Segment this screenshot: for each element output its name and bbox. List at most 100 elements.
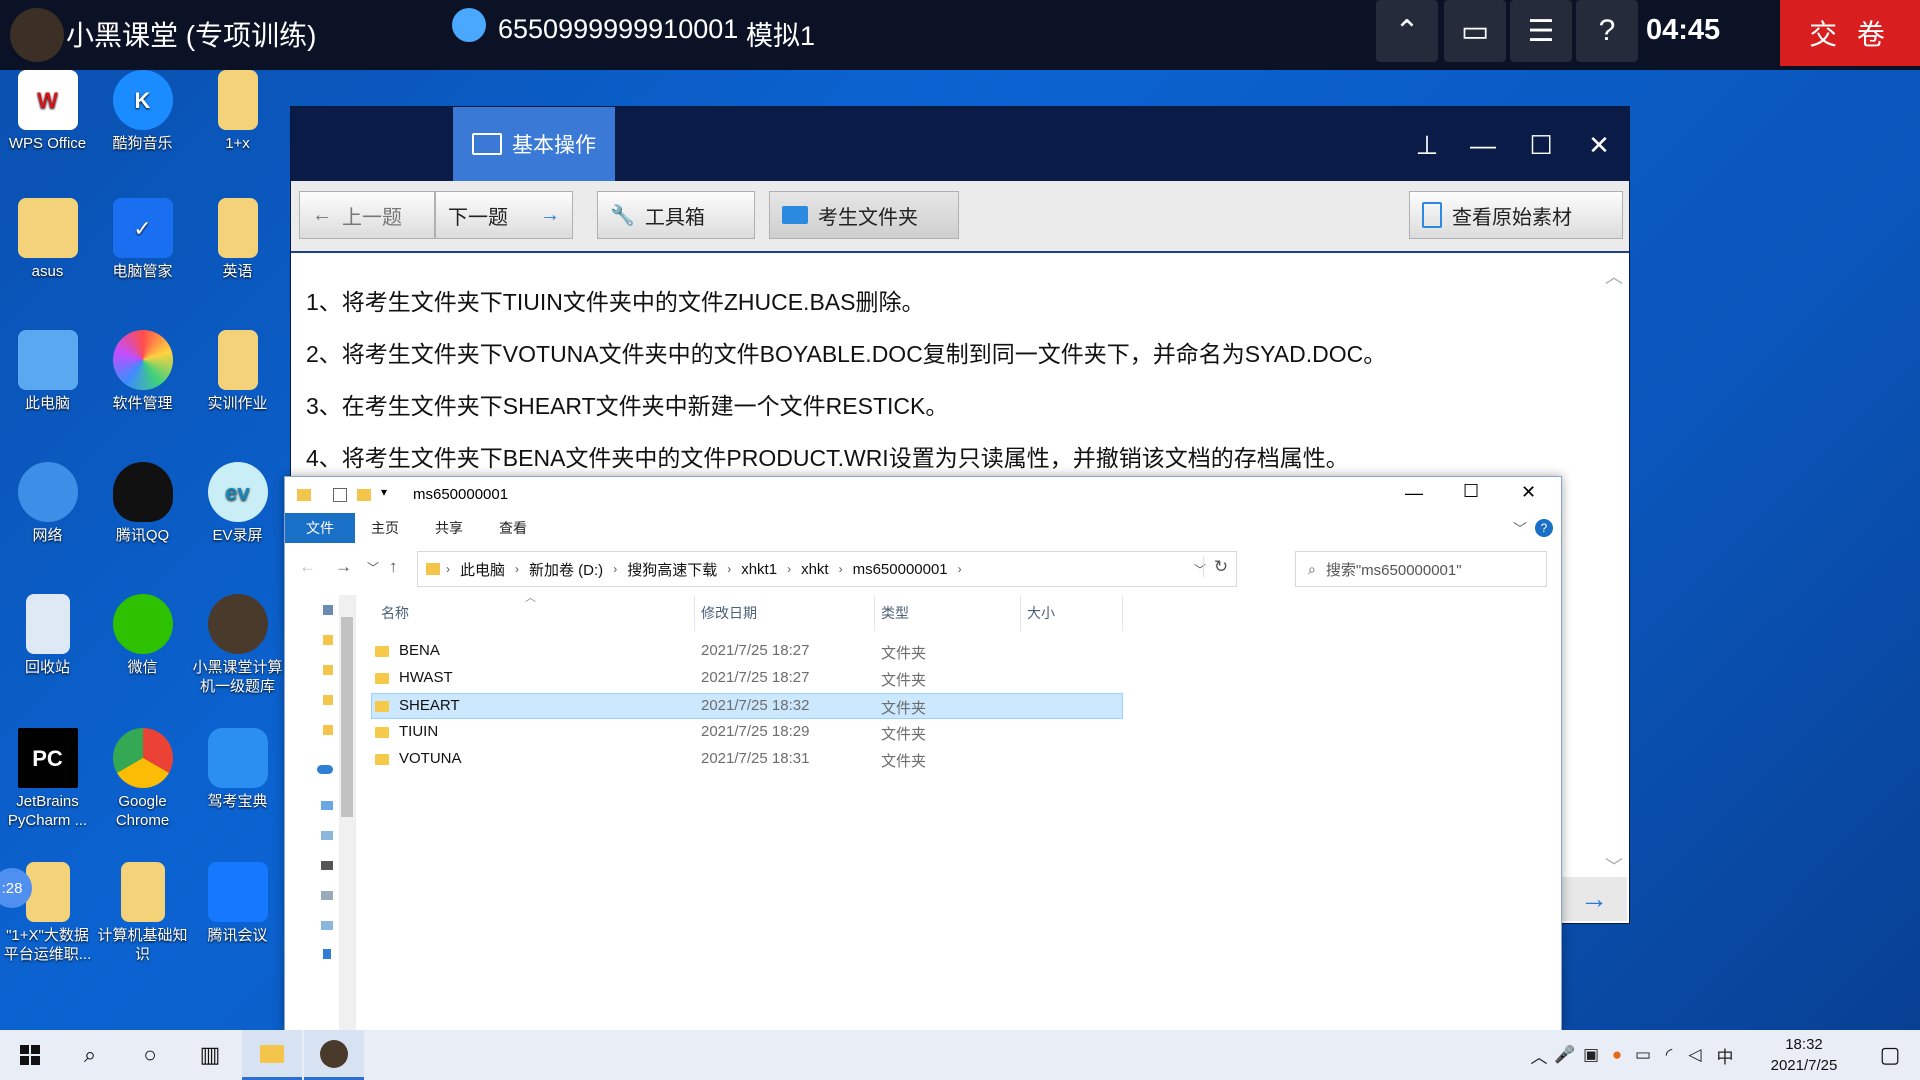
next-question-button[interactable]: 下一题 →	[435, 191, 573, 239]
drive-icon[interactable]	[321, 921, 333, 930]
column-header-type[interactable]: 类型	[875, 595, 1021, 631]
scroll-down-icon[interactable]: ﹀	[1605, 853, 1623, 879]
minimize-icon[interactable]: —	[1405, 483, 1423, 504]
back-arrow-icon[interactable]: ←	[299, 557, 316, 577]
desktop-icon-english[interactable]: 英语	[190, 198, 285, 281]
new-folder-icon[interactable]	[357, 489, 371, 501]
desktop-icon-qq[interactable]: 腾讯QQ	[95, 462, 190, 545]
volume-icon[interactable]: ◁	[1682, 1045, 1708, 1065]
file-row-votuna[interactable]: VOTUNA 2021/7/25 18:31 文件夹	[375, 747, 1123, 773]
task-view-icon[interactable]: ▥	[180, 1030, 240, 1080]
column-header-date[interactable]: 修改日期	[695, 595, 875, 631]
nav-scrollbar-thumb[interactable]	[341, 617, 353, 817]
start-button[interactable]	[0, 1030, 60, 1080]
onedrive-icon[interactable]	[317, 765, 333, 774]
desktop-icon-jiakao[interactable]: 驾考宝典	[190, 728, 285, 811]
folder-icon	[217, 330, 258, 390]
breadcrumb-drive-d[interactable]: 新加卷 (D:)	[521, 559, 611, 580]
submit-exam-button[interactable]: 交 卷	[1780, 0, 1920, 66]
breadcrumb-xhkt[interactable]: xhkt	[793, 561, 837, 578]
maximize-icon[interactable]: ☐	[1521, 125, 1561, 165]
ribbon-tab-file[interactable]: 文件	[285, 513, 355, 543]
drive-icon[interactable]	[321, 891, 333, 900]
refresh-icon[interactable]: ↻	[1203, 557, 1238, 577]
breadcrumb-xhkt1[interactable]: xhkt1	[733, 561, 785, 578]
ribbon-tab-view[interactable]: 查看	[483, 513, 543, 543]
toolbox-button[interactable]: 🔧 工具箱	[597, 191, 755, 239]
desktop-icon-tencent-meeting[interactable]: 腾讯会议	[190, 862, 285, 945]
maximize-icon[interactable]: ☐	[1463, 481, 1479, 502]
scroll-up-icon[interactable]: ︿	[1605, 263, 1623, 289]
ribbon-tab-share[interactable]: 共享	[419, 513, 479, 543]
file-row-bena[interactable]: BENA 2021/7/25 18:27 文件夹	[375, 639, 1123, 665]
candidate-folder-button[interactable]: 考生文件夹	[769, 191, 959, 239]
desktop-icon-ev[interactable]: ev EV录屏	[190, 462, 285, 545]
desktop-icon-pycharm[interactable]: PC JetBrains PyCharm ...	[0, 728, 95, 830]
taskbar-clock[interactable]: 18:32 2021/7/25	[1760, 1034, 1848, 1076]
desktop-icon-software[interactable]: 软件管理	[95, 330, 190, 413]
help-icon[interactable]: ?	[1576, 0, 1638, 62]
screen-icon[interactable]: ▣	[1578, 1045, 1604, 1065]
ev-icon: ev	[207, 462, 268, 522]
address-bar[interactable]: › 此电脑 › 新加卷 (D:) › 搜狗高速下载 › xhkt1 › xhkt…	[417, 551, 1237, 587]
desktop-icon-computer-basics[interactable]: 计算机基础知识	[95, 862, 190, 964]
prev-question-button[interactable]: ← 上一题	[299, 191, 435, 239]
cortana-icon[interactable]: ○	[120, 1030, 180, 1080]
up-arrow-icon[interactable]: ↑	[389, 557, 398, 577]
battery-icon[interactable]: ▭	[1630, 1045, 1656, 1065]
close-icon[interactable]: ✕	[1521, 482, 1536, 503]
window-icon[interactable]: ▭	[1444, 0, 1506, 62]
desktop-icon-this-pc[interactable]: 此电脑	[0, 330, 95, 413]
pin-icon[interactable]: ⊥	[1407, 125, 1447, 165]
desktop-icon-training[interactable]: 实训作业	[190, 330, 285, 413]
ribbon-tab-home[interactable]: 主页	[355, 513, 415, 543]
recent-dropdown-icon[interactable]: ﹀	[367, 559, 379, 576]
breadcrumb-sogou-download[interactable]: 搜狗高速下载	[619, 559, 725, 580]
file-row-hwast[interactable]: HWAST 2021/7/25 18:27 文件夹	[375, 666, 1123, 692]
tab-basic-operation[interactable]: 基本操作	[453, 107, 615, 181]
chevron-down-icon[interactable]: ﹀	[1513, 519, 1527, 539]
desktop-icon-xiaohei[interactable]: 小黑课堂计算机一级题库	[190, 594, 285, 696]
search-icon[interactable]: ⌕	[60, 1030, 120, 1080]
quick-access-dropdown-icon[interactable]: ▾	[381, 485, 387, 499]
desktop-icon-chrome[interactable]: Google Chrome	[95, 728, 190, 830]
drive-icon[interactable]	[321, 831, 333, 840]
desktop-icon-asus[interactable]: asus	[0, 198, 95, 281]
minimize-icon[interactable]: —	[1463, 125, 1503, 165]
breadcrumb-current[interactable]: ms650000001	[845, 561, 956, 578]
microphone-icon[interactable]: 🎤	[1552, 1045, 1578, 1065]
view-original-material-button[interactable]: 查看原始素材	[1409, 191, 1623, 239]
desktop-icon-pcmgr[interactable]: ✓ 电脑管家	[95, 198, 190, 281]
help-icon[interactable]: ?	[1535, 519, 1553, 537]
desktop-icon-wps[interactable]: W WPS Office	[0, 70, 95, 153]
desktop-icon-label: JetBrains PyCharm ...	[7, 793, 88, 829]
properties-check-icon[interactable]	[333, 488, 347, 502]
search-input[interactable]: ⌕ 搜索"ms650000001"	[1295, 551, 1547, 587]
quick-access-icon[interactable]	[323, 605, 333, 615]
collapse-icon[interactable]: ⌃	[1376, 0, 1438, 62]
file-row-tiuin[interactable]: TIUIN 2021/7/25 18:29 文件夹	[375, 720, 1123, 746]
ime-indicator[interactable]: 中	[1708, 1043, 1742, 1068]
drive-icon[interactable]	[321, 861, 333, 870]
file-row-sheart[interactable]: SHEART 2021/7/25 18:32 文件夹	[371, 693, 1123, 719]
close-icon[interactable]: ✕	[1579, 125, 1619, 165]
column-header-name[interactable]: 名称 ︿	[375, 592, 695, 631]
wifi-icon[interactable]: ◜	[1656, 1045, 1682, 1065]
taskbar-xiaohei-app[interactable]	[304, 1030, 364, 1080]
this-pc-icon[interactable]	[321, 801, 333, 810]
desktop-icon-recycle[interactable]: 回收站	[0, 594, 95, 677]
list-icon[interactable]: ☰	[1510, 0, 1572, 62]
desktop-icon-1x[interactable]: 1+x	[190, 70, 285, 153]
desktop-icon-wechat[interactable]: 微信	[95, 594, 190, 677]
column-header-size[interactable]: 大小	[1021, 595, 1123, 631]
forward-arrow-icon[interactable]: →	[335, 557, 352, 577]
taskbar-file-explorer[interactable]	[242, 1030, 302, 1080]
download-icon[interactable]	[323, 949, 331, 959]
next-page-arrow-icon[interactable]: →	[1561, 877, 1627, 921]
breadcrumb-this-pc[interactable]: 此电脑	[452, 559, 513, 580]
desktop-icon-kugou[interactable]: K 酷狗音乐	[95, 70, 190, 153]
desktop-icon-network[interactable]: 网络	[0, 462, 95, 545]
show-hidden-icons[interactable]: ︿	[1526, 1043, 1552, 1068]
notification-icon[interactable]: ▢	[1860, 1030, 1920, 1080]
security-icon[interactable]: ●	[1604, 1045, 1630, 1065]
